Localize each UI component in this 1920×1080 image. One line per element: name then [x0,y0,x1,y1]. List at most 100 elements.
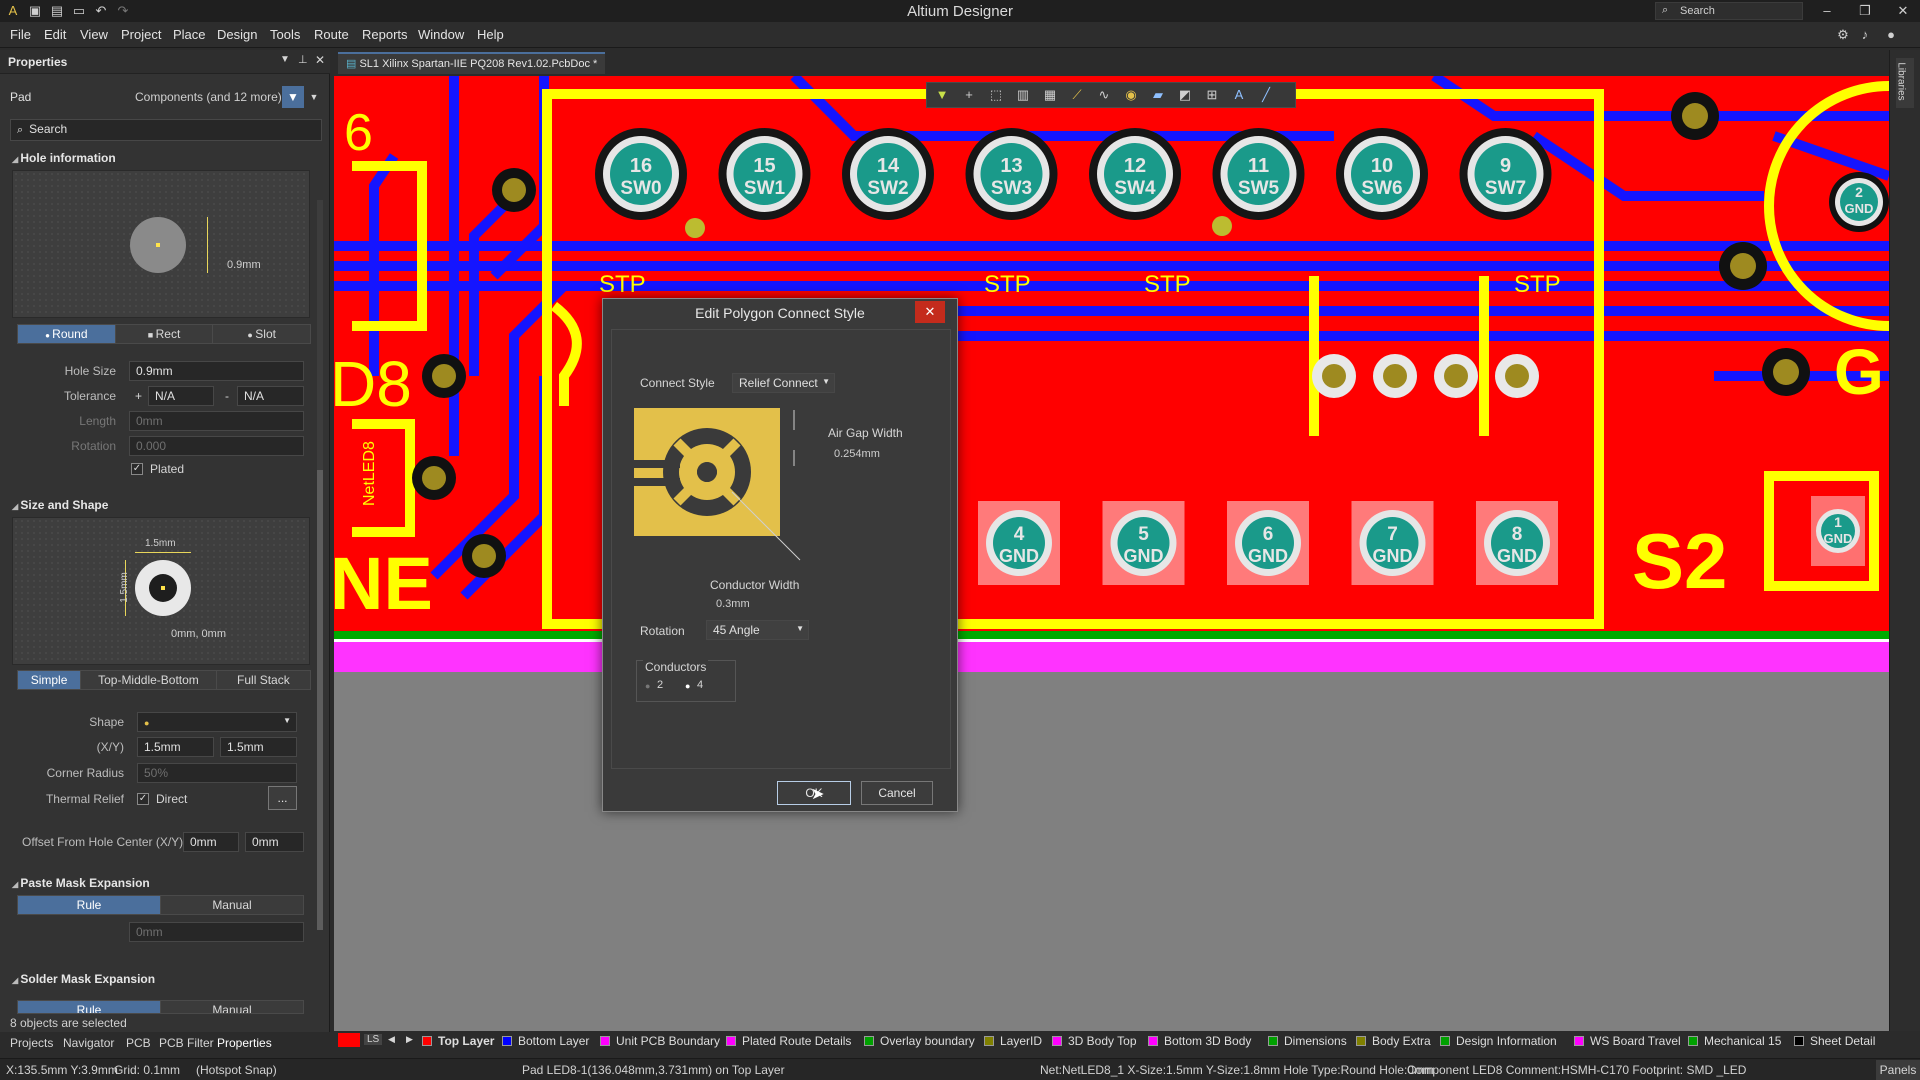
tab-pcb-filter[interactable]: PCB Filter [159,1036,214,1050]
menu-help[interactable]: Help [477,27,504,42]
sw-pad[interactable]: 9SW7 [1459,128,1552,220]
layer-tab-dimensions[interactable]: Dimensions [1268,1034,1347,1048]
layer-scroll-left-icon[interactable]: ◀ [388,1034,395,1045]
hole-shape-rect[interactable]: ■ Rect [115,325,214,343]
menu-project[interactable]: Project [121,27,161,42]
layer-set-button[interactable]: LS [364,1034,383,1045]
dimension-icon[interactable]: ⊞ [1201,84,1223,106]
tab-properties[interactable]: Properties [217,1036,272,1050]
tolerance-minus-input[interactable]: N/A [237,386,304,406]
close-panel-icon[interactable]: ✕ [315,53,325,67]
hole-shape-slot[interactable]: ● Slot [213,325,311,343]
tolerance-plus-input[interactable]: N/A [148,386,214,406]
hole-shape-selector[interactable]: ● Round ■ Rect ● Slot [17,324,311,344]
layer-tab-bottom-3d-body[interactable]: Bottom 3D Body [1148,1034,1251,1048]
sw-pad[interactable]: 14SW2 [842,128,934,220]
layer-tab-layerid[interactable]: LayerID [984,1034,1042,1048]
place-via-icon[interactable]: ◉ [1120,84,1142,106]
pin-icon[interactable]: ⊥ [298,53,308,66]
rotation-input[interactable]: 0.000 [129,436,304,456]
cancel-button[interactable]: Cancel [861,781,933,805]
solder-mask-rule[interactable]: Rule [18,1001,161,1013]
region-icon[interactable]: ◩ [1174,84,1196,106]
layer-tab-mechanical-15[interactable]: Mechanical 15 [1688,1034,1781,1048]
solder-mask-title[interactable]: Solder Mask Expansion [12,972,155,986]
thermal-relief-edit-button[interactable]: ... [268,786,297,810]
offset-y-input[interactable]: 0mm [245,832,304,852]
corner-radius-input[interactable]: 50% [137,763,297,783]
shape-select[interactable]: ● ▼ [137,712,297,732]
tab-projects[interactable]: Projects [10,1036,53,1050]
menu-edit[interactable]: Edit [44,27,66,42]
gnd-pad[interactable]: 4GND [978,501,1060,585]
conductors-radio-4[interactable]: ● [685,681,690,691]
document-tab[interactable]: ▤ SL1 Xilinx Spartan-IIE PQ208 Rev1.02.P… [338,52,606,74]
layer-tab-bottom-layer[interactable]: Bottom Layer [502,1034,589,1048]
layer-tab-sheet-detail[interactable]: Sheet Detail [1794,1034,1875,1048]
gnd-pad[interactable]: 6GND [1227,501,1309,585]
paste-mask-manual[interactable]: Manual [161,896,303,914]
sw-pad[interactable]: 15SW1 [718,128,811,220]
restore-icon[interactable]: ❐ [1854,0,1876,22]
menu-file[interactable]: File [10,27,31,42]
layer-tab-overlay-boundary[interactable]: Overlay boundary [864,1034,975,1048]
panels-button[interactable]: Panels [1876,1060,1920,1080]
pcb-drawing[interactable]: 16SW015SW114SW213SW312SW411SW510SW69SW7 … [334,76,1889,1034]
thermal-relief-checkbox[interactable]: ✓ [137,793,149,805]
properties-search-input[interactable]: ⌕ Search [10,119,322,141]
paste-mask-mode-selector[interactable]: Rule Manual [17,895,304,915]
filter-funnel-icon[interactable]: ▼ [282,86,304,108]
offset-x-input[interactable]: 0mm [183,832,239,852]
hole-information-title[interactable]: Hole information [12,151,115,165]
panel-menu-icon[interactable]: ▼ [280,54,290,65]
layer-tab-design-information[interactable]: Design Information [1440,1034,1557,1048]
close-window-icon[interactable]: ✕ [1892,0,1914,22]
layer-tab-body-extra[interactable]: Body Extra [1356,1034,1431,1048]
dialog-title-bar[interactable]: Edit Polygon Connect Style ✕ [603,299,957,325]
sw-pad[interactable]: 13SW3 [965,128,1058,220]
layer-tab-plated-route-details[interactable]: Plated Route Details [726,1034,851,1048]
paste-mask-rule[interactable]: Rule [18,896,161,914]
rotation-select[interactable]: 45 Angle ▼ [706,620,809,640]
size-y-input[interactable]: 1.5mm [220,737,297,757]
menu-reports[interactable]: Reports [362,27,408,42]
user-account-icon[interactable]: ● [1880,24,1902,46]
properties-scrollbar[interactable] [317,200,323,930]
solder-mask-manual[interactable]: Manual [161,1001,303,1013]
sw-pad[interactable]: 11SW5 [1212,128,1305,220]
menu-tools[interactable]: Tools [270,27,300,42]
menu-route[interactable]: Route [314,27,349,42]
cross-probe-icon[interactable]: + [958,84,980,106]
sw-pad[interactable]: 12SW4 [1089,128,1181,220]
stack-mode-full-stack[interactable]: Full Stack [216,671,310,689]
pcb-canvas[interactable]: 16 SW0 15 SW1 14 SW2 13 SW3 12 SW4 11 SW5 10 SW6 9 SW7 … [334,76,1889,1034]
menu-place[interactable]: Place [173,27,206,42]
properties-scrollbar-thumb[interactable] [317,470,323,930]
stack-mode-top-middle-bottom[interactable]: Top-Middle-Bottom [81,671,217,689]
layer-tab-3d-body-top[interactable]: 3D Body Top [1052,1034,1137,1048]
conductors-radio-2[interactable]: ● [645,681,650,691]
route-icon[interactable]: ⟋ [1066,84,1088,106]
line-icon[interactable]: ╱ [1255,84,1277,106]
stack-mode-selector[interactable]: Simple Top-Middle-Bottom Full Stack [17,670,311,690]
plated-checkbox[interactable]: ✓ [131,463,143,475]
sw-pad[interactable]: 10SW6 [1336,128,1428,220]
layer-tab-ws-board-travel[interactable]: WS Board Travel [1574,1034,1681,1048]
tab-navigator[interactable]: Navigator [63,1036,114,1050]
tab-pcb[interactable]: PCB [126,1036,151,1050]
layer-scroll-right-icon[interactable]: ▶ [406,1034,413,1045]
align-icon[interactable]: ▥ [1012,84,1034,106]
libraries-tab[interactable]: Libraries [1896,58,1914,108]
menu-view[interactable]: View [80,27,108,42]
size-x-input[interactable]: 1.5mm [137,737,214,757]
paste-mask-value[interactable]: 0mm [129,922,304,942]
solder-mask-mode-selector[interactable]: Rule Manual [17,1000,304,1014]
size-and-shape-title[interactable]: Size and Shape [12,498,108,512]
global-search-input[interactable]: ⌕ Search [1655,2,1803,20]
filter-icon[interactable]: ▼ [931,84,953,106]
connect-style-select[interactable]: Relief Connect ▼ [732,373,835,393]
hole-size-input[interactable]: 0.9mm [129,361,304,381]
hole-shape-round[interactable]: ● Round [18,325,116,343]
place-component-icon[interactable]: ▦ [1039,84,1061,106]
interactive-length-icon[interactable]: ∿ [1093,84,1115,106]
